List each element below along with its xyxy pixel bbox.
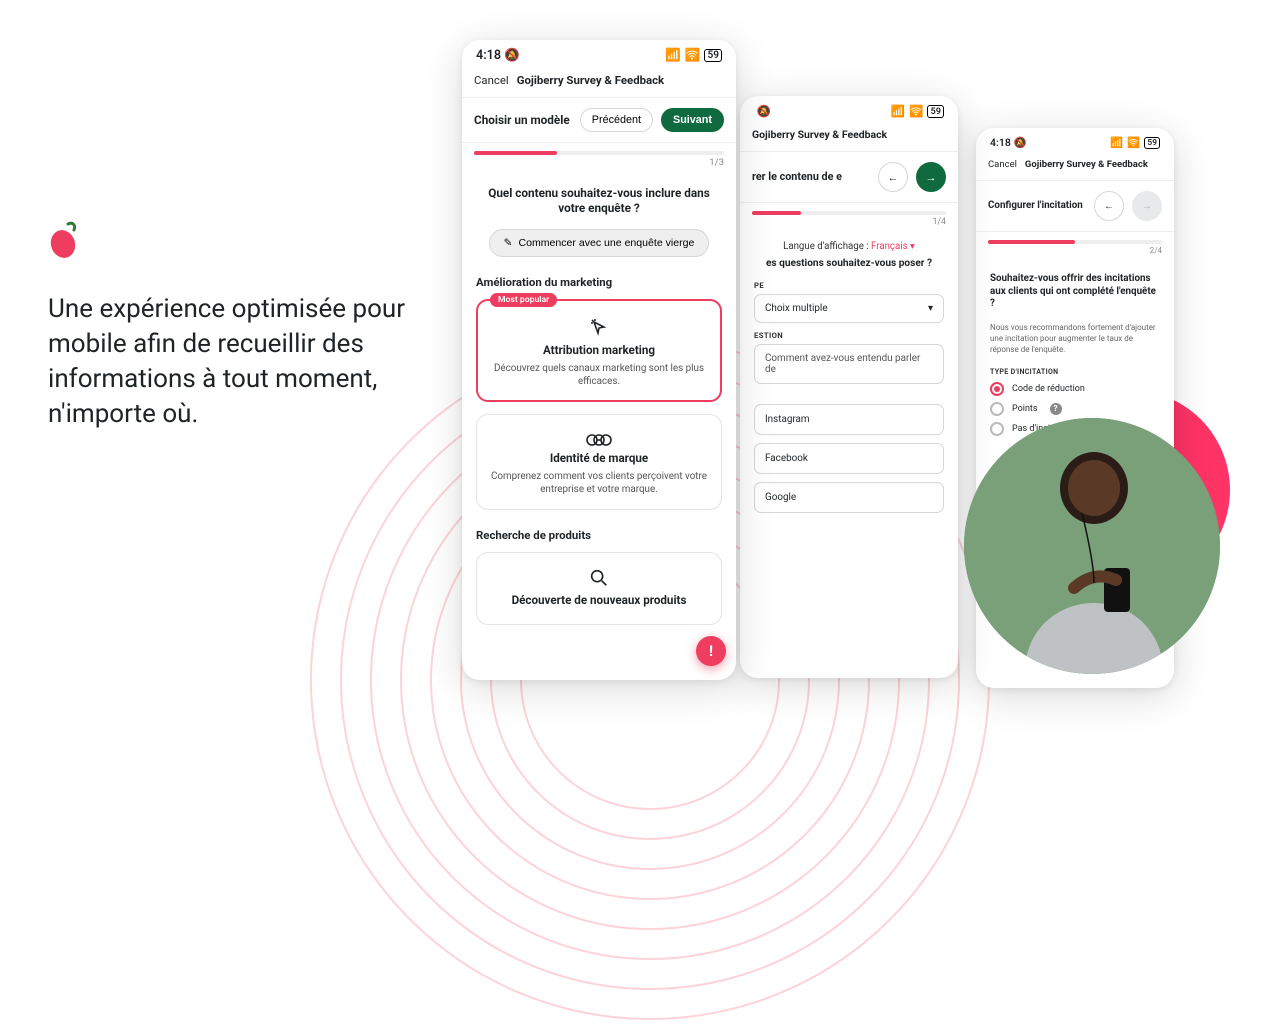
progress-count: 2/4 bbox=[988, 246, 1162, 255]
status-icons: 📶🛜59 bbox=[665, 48, 722, 63]
app-title: Gojiberry Survey & Feedback bbox=[517, 73, 664, 87]
bell-off-icon: 🔕 bbox=[504, 48, 520, 63]
next-button[interactable]: → bbox=[916, 162, 946, 192]
search-icon bbox=[489, 567, 709, 589]
card-title: Identité de marque bbox=[489, 451, 709, 465]
step-title: Choisir un modèle bbox=[474, 113, 572, 127]
answer-option[interactable]: Facebook bbox=[754, 443, 944, 474]
next-button[interactable]: → bbox=[1132, 191, 1162, 221]
pencil-icon: ✎ bbox=[504, 237, 513, 249]
card-title: Découverte de nouveaux produits bbox=[489, 593, 709, 607]
section-product-research: Recherche de produits bbox=[476, 528, 722, 542]
question-heading: es questions souhaitez-vous poser ? bbox=[754, 258, 944, 269]
progress-count: 1/4 bbox=[752, 217, 946, 227]
question-description: Nous vous recommandons fortement d'ajout… bbox=[990, 323, 1160, 355]
bell-off-icon: 🔕 bbox=[757, 104, 771, 118]
prev-button[interactable]: ← bbox=[878, 162, 908, 192]
phone-mock-template: 4:18 🔕 📶🛜59 Cancel Gojiberry Survey & Fe… bbox=[462, 40, 736, 680]
radio-discount-code[interactable]: Code de réduction bbox=[990, 382, 1160, 396]
template-card-attribution[interactable]: Most popular Attribution marketing Décou… bbox=[476, 299, 722, 403]
step-title: rer le contenu de e bbox=[752, 171, 870, 184]
next-button[interactable]: Suivant bbox=[661, 108, 724, 132]
prev-button[interactable]: ← bbox=[1094, 191, 1124, 221]
template-card-brand[interactable]: Identité de marque Comprenez comment vos… bbox=[476, 414, 722, 510]
cancel-button[interactable]: Cancel bbox=[988, 159, 1017, 170]
template-card-product-discovery[interactable]: Découverte de nouveaux produits bbox=[476, 552, 722, 625]
answer-option[interactable]: Google bbox=[754, 482, 944, 513]
bell-off-icon: 🔕 bbox=[1013, 136, 1026, 149]
answer-option[interactable]: Instagram bbox=[754, 404, 944, 435]
display-language-row[interactable]: Langue d'affichage : Français ▾ bbox=[754, 241, 944, 252]
most-popular-tag: Most popular bbox=[490, 293, 557, 307]
card-title: Attribution marketing bbox=[490, 343, 708, 357]
start-blank-button[interactable]: ✎ Commencer avec une enquête vierge bbox=[489, 229, 710, 257]
card-desc: Découvrez quels canaux marketing sont le… bbox=[490, 362, 708, 389]
step-title: Configurer l'incitation bbox=[988, 200, 1086, 212]
question-text-label: ESTION bbox=[754, 331, 944, 340]
chevron-down-icon: ▾ bbox=[928, 303, 933, 314]
user-photo bbox=[964, 418, 1220, 674]
status-bar: 🔕 📶🛜59 bbox=[740, 96, 958, 122]
help-icon[interactable]: ? bbox=[1050, 403, 1062, 415]
progress-count: 1/3 bbox=[474, 157, 724, 168]
question-type-select[interactable]: Choix multiple▾ bbox=[754, 294, 944, 323]
card-desc: Comprenez comment vos clients perçoivent… bbox=[489, 470, 709, 497]
status-bar: 4:18 🔕 📶🛜59 bbox=[976, 128, 1174, 153]
gojiberry-logo-icon bbox=[48, 220, 428, 264]
glasses-icon bbox=[489, 429, 709, 447]
app-title: Gojiberry Survey & Feedback bbox=[752, 128, 887, 141]
section-marketing: Amélioration du marketing bbox=[476, 275, 722, 289]
status-bar: 4:18 🔕 📶🛜59 bbox=[462, 40, 736, 67]
cancel-button[interactable]: Cancel bbox=[474, 73, 509, 87]
status-icons: 📶🛜59 bbox=[891, 104, 944, 118]
app-title: Gojiberry Survey & Feedback bbox=[1025, 159, 1148, 170]
prev-button[interactable]: Précédent bbox=[580, 108, 653, 132]
question-heading: Souhaitez-vous offrir des incitations au… bbox=[990, 273, 1160, 311]
status-icons: 📶🛜59 bbox=[1110, 136, 1160, 149]
question-text-input[interactable]: Comment avez-vous entendu parler de bbox=[754, 344, 944, 384]
radio-points[interactable]: Points? bbox=[990, 402, 1160, 416]
phone-mock-content: 🔕 📶🛜59 Gojiberry Survey & Feedback rer l… bbox=[740, 96, 958, 678]
incentive-type-label: TYPE D'INCITATION bbox=[990, 368, 1160, 376]
hero-headline: Une expérience optimisée pour mobile afi… bbox=[48, 292, 428, 432]
type-label: PE bbox=[754, 281, 944, 290]
question-heading: Quel contenu souhaitez-vous inclure dans… bbox=[476, 186, 722, 217]
help-fab-icon[interactable]: ! bbox=[696, 636, 726, 666]
cursor-click-icon bbox=[490, 315, 708, 339]
